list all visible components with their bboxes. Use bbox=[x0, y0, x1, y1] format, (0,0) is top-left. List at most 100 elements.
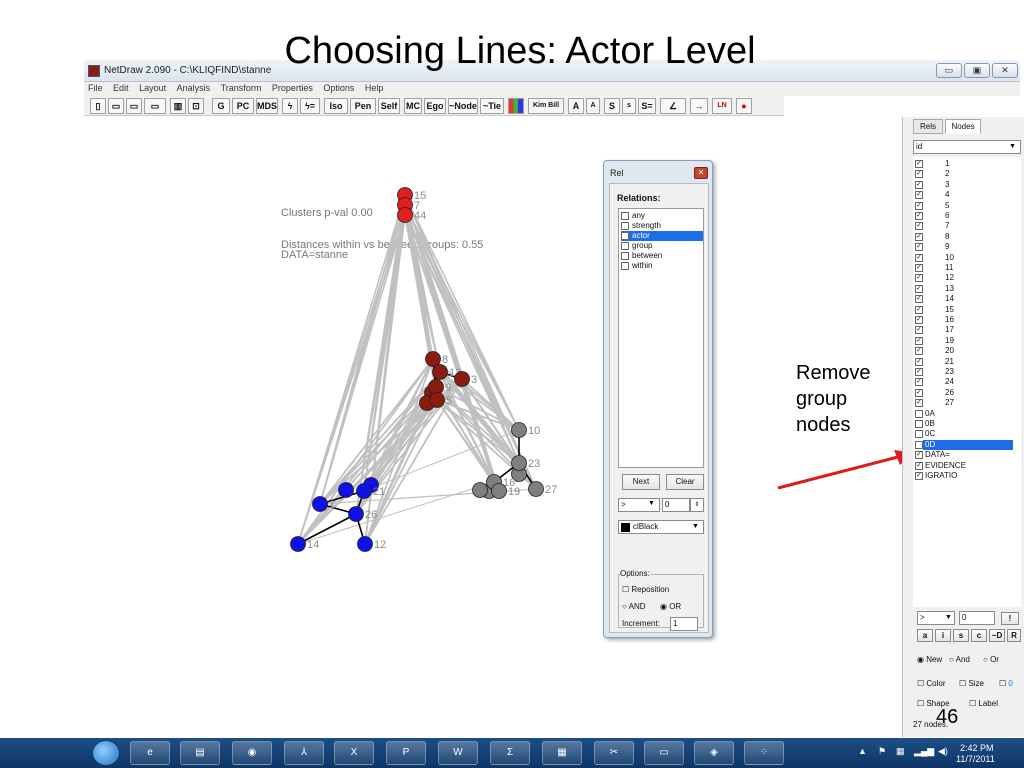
or-radio[interactable]: ○ Or bbox=[983, 655, 999, 664]
checkbox-icon[interactable] bbox=[621, 261, 629, 270]
node-list-item[interactable]: ✓ 11 bbox=[915, 263, 1021, 273]
relation-item-any[interactable]: any bbox=[621, 211, 703, 221]
relations-dialog[interactable]: Rel ✕ Relations: any strength ✓ actor gro… bbox=[603, 160, 713, 638]
graph-node-13[interactable] bbox=[432, 364, 448, 380]
node-list-item[interactable]: ✓ 10 bbox=[915, 253, 1021, 263]
graph-node-8[interactable] bbox=[425, 351, 441, 367]
node-list-item[interactable]: ✓ 9 bbox=[915, 242, 1021, 252]
checkbox-checked-icon[interactable]: ✓ bbox=[915, 201, 923, 210]
node-list-item[interactable]: ✓ 13 bbox=[915, 284, 1021, 294]
color-checkbox[interactable]: ☐ Color bbox=[917, 679, 946, 688]
open-file-icon[interactable]: ▭ bbox=[108, 98, 124, 114]
toolbar-pc-button[interactable]: PC bbox=[232, 98, 254, 114]
clock-time[interactable]: 2:42 PM bbox=[960, 743, 994, 753]
menu-file[interactable]: File bbox=[84, 82, 107, 94]
node-color-icon[interactable]: ● bbox=[736, 98, 752, 114]
node-list-item[interactable]: ✓ 26 bbox=[915, 388, 1021, 398]
apply-exclaim-button[interactable]: ! bbox=[1001, 612, 1019, 625]
checkbox-checked-icon[interactable]: ✓ bbox=[915, 191, 923, 200]
chevron-down-icon[interactable]: ▼ bbox=[692, 523, 699, 530]
relation-item-between[interactable]: between bbox=[621, 251, 703, 261]
menu-help[interactable]: Help bbox=[361, 82, 388, 94]
checkbox-checked-icon[interactable]: ✓ bbox=[915, 388, 923, 397]
graph-node-1[interactable] bbox=[312, 496, 328, 512]
signal-icon[interactable]: ▂▄▆ bbox=[914, 746, 934, 757]
node-list-item[interactable]: ✓ EVIDENCE bbox=[915, 461, 1021, 471]
toolbar-font-large-button[interactable]: A bbox=[568, 98, 584, 114]
attr-c-button[interactable]: c bbox=[971, 629, 987, 642]
menu-edit[interactable]: Edit bbox=[109, 82, 133, 94]
node-list-item[interactable]: 0D bbox=[915, 439, 1021, 450]
checkbox-checked-icon[interactable]: ✓ bbox=[915, 264, 923, 272]
graph-node-3[interactable] bbox=[454, 371, 470, 387]
relation-item-strength[interactable]: strength bbox=[621, 221, 703, 231]
close-icon[interactable]: ✕ bbox=[992, 63, 1018, 78]
toolbar-self-button[interactable]: Self bbox=[378, 98, 400, 114]
node-list-item[interactable]: ✓ 17 bbox=[915, 325, 1021, 335]
node-list-item[interactable]: ✓ 27 bbox=[915, 398, 1021, 408]
minimize-icon[interactable]: ▭ bbox=[936, 63, 962, 78]
relation-item-within[interactable]: within bbox=[621, 261, 703, 271]
node-list-item[interactable]: 0A bbox=[915, 409, 1021, 419]
network-icon[interactable]: ⁘ bbox=[744, 741, 784, 765]
checkbox-checked-icon[interactable]: ✓ bbox=[915, 170, 923, 179]
checkbox-icon[interactable] bbox=[621, 221, 629, 230]
checkbox-checked-icon[interactable]: ✓ bbox=[915, 295, 923, 304]
attribute-select[interactable]: id bbox=[913, 140, 1021, 154]
explorer-icon[interactable]: ▤ bbox=[180, 741, 220, 765]
clear-button[interactable]: Clear bbox=[666, 474, 704, 490]
node-list-item[interactable]: ✓ 19 bbox=[915, 336, 1021, 346]
checkbox-checked-icon[interactable]: ✓ bbox=[915, 357, 923, 366]
checkbox-icon[interactable] bbox=[915, 409, 923, 418]
toolbar-mds-button[interactable]: MDS bbox=[256, 98, 278, 114]
toolbar-mc-button[interactable]: MC bbox=[404, 98, 422, 114]
toolbar-tie-button[interactable]: ~Tie bbox=[480, 98, 504, 114]
volume-icon[interactable]: ◀) bbox=[938, 746, 948, 757]
toolbar-size-small-button[interactable]: s bbox=[622, 98, 636, 114]
checkbox-icon[interactable] bbox=[621, 251, 629, 260]
size-checkbox[interactable]: ☐ Size bbox=[959, 679, 984, 688]
node-list-item[interactable]: ✓ 15 bbox=[915, 305, 1021, 315]
checkbox-checked-icon[interactable]: ✓ bbox=[915, 461, 923, 470]
menu-layout[interactable]: Layout bbox=[135, 82, 170, 94]
graph-canvas[interactable]: 1574481339510231619 271212614 12 bbox=[84, 117, 900, 737]
label-checkbox[interactable]: ☐ Label bbox=[969, 699, 998, 708]
node-list-item[interactable]: ✓ 12 bbox=[915, 273, 1021, 283]
checkbox-checked-icon[interactable]: ✓ bbox=[915, 284, 923, 293]
spinner-icon[interactable]: ⇕ bbox=[690, 498, 704, 512]
line-width-icon[interactable]: LN bbox=[712, 98, 732, 114]
checkbox-checked-icon[interactable]: ✓ bbox=[915, 347, 923, 356]
toolbar-g-button[interactable]: G bbox=[212, 98, 230, 114]
checkbox-checked-icon[interactable]: ✓ bbox=[915, 274, 923, 283]
flag-icon[interactable]: ⚑ bbox=[878, 746, 886, 757]
node-list-item[interactable]: ✓ 3 bbox=[915, 180, 1021, 190]
select-icon[interactable]: ⊡ bbox=[188, 98, 204, 114]
open-attr-icon[interactable]: ▭ bbox=[144, 98, 166, 114]
node-value-input[interactable]: 0 bbox=[959, 611, 995, 625]
or-radio[interactable]: ◉ OR bbox=[660, 602, 681, 611]
clock-date[interactable]: 11/7/2011 bbox=[956, 754, 995, 764]
checkbox-checked-icon[interactable]: ✓ bbox=[915, 472, 923, 480]
maximize-icon[interactable]: ▣ bbox=[964, 63, 990, 78]
node-list-item[interactable]: ✓ 1 bbox=[915, 159, 1021, 169]
checkbox-checked-icon[interactable]: ✓ bbox=[915, 222, 923, 231]
checkbox-checked-icon[interactable]: ✓ bbox=[915, 180, 923, 189]
node-list-item[interactable]: 0C bbox=[915, 429, 1021, 439]
excel-icon[interactable]: X bbox=[334, 741, 374, 765]
relations-list[interactable]: any strength ✓ actor group between within bbox=[618, 208, 704, 468]
toolbar-iso-button[interactable]: Iso bbox=[324, 98, 348, 114]
tab-nodes[interactable]: Nodes bbox=[945, 119, 981, 134]
toolbar-size-large-button[interactable]: S bbox=[604, 98, 620, 114]
chevron-down-icon[interactable]: ▼ bbox=[648, 500, 655, 507]
node-list-item[interactable]: ✓ 2 bbox=[915, 169, 1021, 179]
reposition-checkbox[interactable]: ☐ Reposition bbox=[622, 585, 669, 594]
network-graph[interactable]: Clusters p-val 0.00 Distances within vs … bbox=[84, 117, 900, 737]
graph-node-23[interactable] bbox=[511, 455, 527, 471]
toolbar-size-eq-button[interactable]: S= bbox=[638, 98, 656, 114]
relation-item-actor[interactable]: ✓ actor bbox=[621, 231, 703, 241]
toolbar-lightning-button[interactable]: ϟ bbox=[282, 98, 298, 114]
chevron-down-icon[interactable]: ▼ bbox=[945, 614, 952, 621]
node-list-item[interactable]: ✓ 8 bbox=[915, 232, 1021, 242]
toolbar-node-button[interactable]: ~Node bbox=[448, 98, 478, 114]
open-folder-icon[interactable]: ▭ bbox=[126, 98, 142, 114]
